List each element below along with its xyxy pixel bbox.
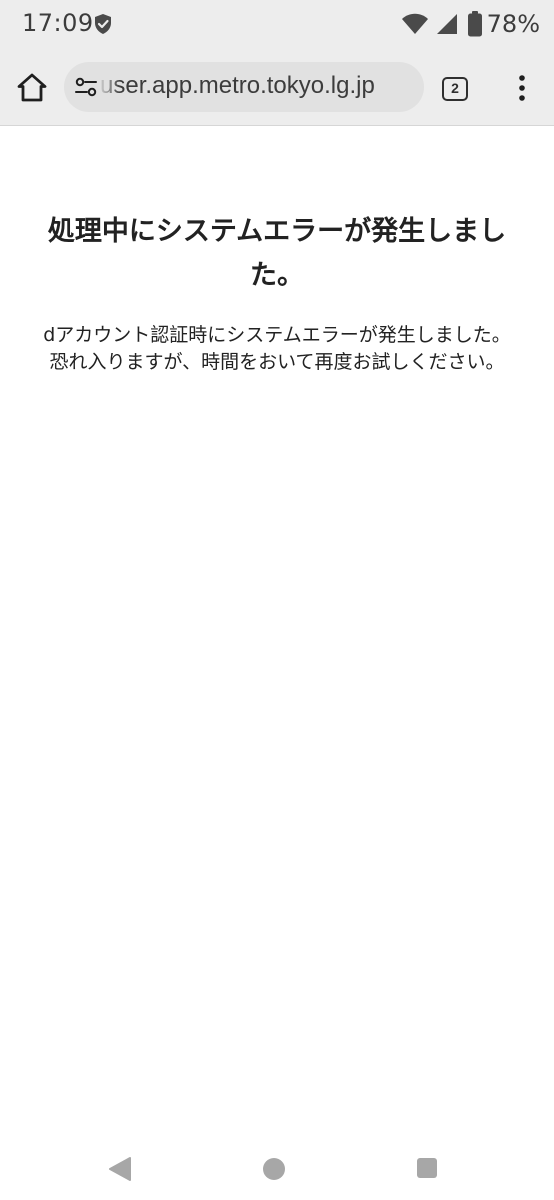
cellular-signal-icon xyxy=(436,14,457,34)
site-settings-icon[interactable] xyxy=(74,75,98,99)
tab-switcher-button[interactable]: 2 xyxy=(442,77,468,101)
error-title: 処理中にシステムエラーが発生しました。 xyxy=(47,216,507,291)
system-navigation-bar xyxy=(0,1138,554,1200)
phone-screen: 17:09 78% user.app.metro.tokyo.lg.jp 2 処… xyxy=(0,0,554,1200)
error-message-line-2: 恐れ入りますが、時間をおいて再度お試しください。 xyxy=(49,351,505,373)
wifi-icon xyxy=(401,13,428,34)
url-text[interactable]: user.app.metro.tokyo.lg.jp xyxy=(100,72,418,100)
home-button[interactable] xyxy=(263,1158,285,1180)
status-time: 17:09 xyxy=(22,9,94,37)
recent-apps-button[interactable] xyxy=(417,1158,437,1178)
home-icon[interactable] xyxy=(14,70,50,106)
back-icon[interactable] xyxy=(108,1156,132,1182)
address-bar[interactable]: user.app.metro.tokyo.lg.jp xyxy=(64,62,424,112)
battery-percentage: 78% xyxy=(486,10,540,38)
browser-toolbar: user.app.metro.tokyo.lg.jp 2 xyxy=(0,48,554,126)
error-message-line-1: dアカウント認証時にシステムエラーが発生しました。 xyxy=(43,324,511,346)
battery-icon xyxy=(467,11,482,37)
error-message: dアカウント認証時にシステムエラーが発生しました。 恐れ入りますが、時間をおいて… xyxy=(10,322,544,376)
shield-icon xyxy=(95,14,111,34)
url-value: user.app.metro.tokyo.lg.jp xyxy=(100,72,375,99)
more-options-icon[interactable] xyxy=(510,73,534,103)
status-icons: 78% xyxy=(401,9,540,39)
status-bar: 17:09 78% xyxy=(0,0,554,48)
